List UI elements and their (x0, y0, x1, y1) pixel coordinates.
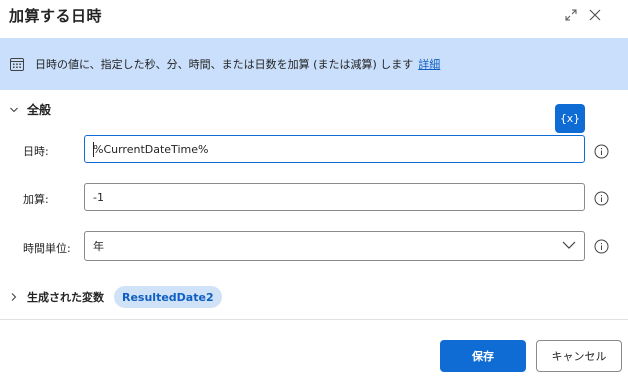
banner-text: 日時の値に、指定した秒、分、時間、または日数を加算 (または減算) します (35, 58, 414, 71)
info-icon[interactable] (594, 239, 609, 254)
datetime-label: 日時: (23, 145, 49, 158)
time-unit-label: 時間単位: (23, 242, 71, 255)
add-value: -1 (93, 190, 104, 204)
info-icon[interactable] (594, 191, 609, 206)
time-unit-select[interactable]: 年 (84, 231, 585, 261)
chevron-down-icon (10, 107, 18, 112)
info-banner: 日時の値に、指定した秒、分、時間、または日数を加算 (または減算) します 詳細 (0, 38, 628, 90)
produced-variables-toggle[interactable]: 生成された変数 ResultedDate2 (9, 286, 222, 308)
calendar-icon (10, 58, 24, 71)
time-unit-value: 年 (93, 240, 104, 253)
footer-divider (0, 319, 628, 320)
cancel-button[interactable]: キャンセル (536, 340, 622, 372)
add-label: 加算: (23, 193, 49, 206)
dialog-titlebar: 加算する日時 (0, 0, 628, 32)
general-section-label: 全般 (27, 103, 52, 117)
add-input[interactable]: -1 (84, 183, 585, 211)
expand-icon[interactable] (560, 4, 582, 26)
save-button[interactable]: 保存 (440, 340, 526, 372)
details-link[interactable]: 詳細 (418, 56, 440, 72)
dialog-title: 加算する日時 (9, 7, 103, 25)
datetime-value: %CurrentDateTime% (93, 142, 209, 156)
info-icon[interactable] (594, 144, 609, 159)
chevron-right-icon (11, 293, 17, 301)
close-icon[interactable] (584, 4, 606, 26)
produced-variables-label: 生成された変数 (27, 291, 104, 304)
chevron-down-icon (562, 241, 576, 249)
general-section-toggle[interactable]: 全般 (9, 101, 51, 118)
datetime-input[interactable]: %CurrentDateTime% (84, 135, 585, 163)
variable-chip[interactable]: ResultedDate2 (114, 286, 222, 308)
insert-variable-button[interactable]: {x} (555, 104, 585, 133)
text-caret (93, 142, 94, 157)
